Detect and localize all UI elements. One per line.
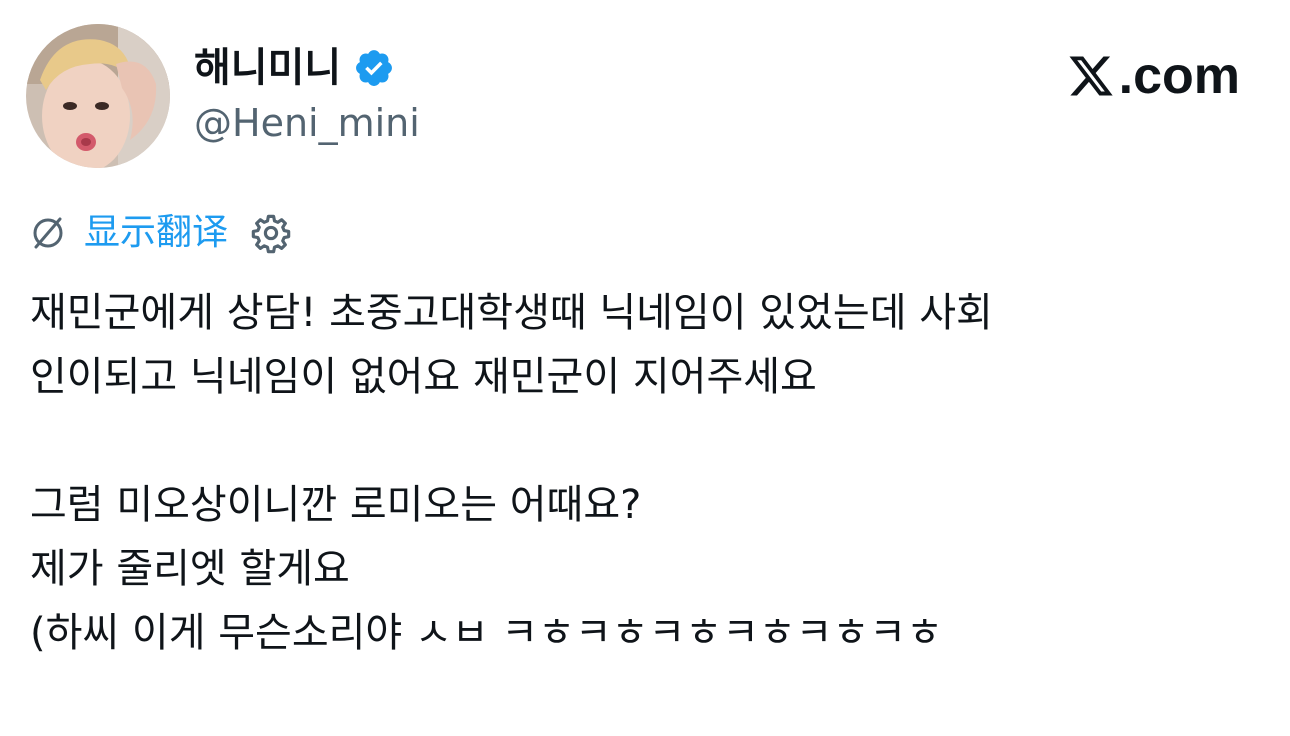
paragraph-break xyxy=(30,409,1260,473)
avatar-photo xyxy=(26,24,170,168)
avatar[interactable] xyxy=(26,24,170,168)
translate-row: 显示翻译 xyxy=(30,206,292,260)
gear-icon[interactable] xyxy=(250,212,292,254)
user-handle[interactable]: @Heni_mini xyxy=(194,104,420,142)
x-logo-icon xyxy=(1069,56,1113,96)
display-name[interactable]: 해니미니 xyxy=(194,48,341,88)
tweet-text-line: 재민군에게 상담! 초중고대학생때 닉네임이 있었는데 사회 xyxy=(30,290,993,336)
translate-icon xyxy=(33,217,63,249)
tweet-text-line: (하씨 이게 무슨소리야 ㅅㅂ ㅋㅎㅋㅎㅋㅎㅋㅎㅋㅎㅋㅎ xyxy=(30,610,943,656)
tweet-text-line: 인이되고 닉네임이 없어요 재민군이 지어주세요 xyxy=(30,354,817,400)
user-name-row: 해니미니 xyxy=(194,36,395,100)
brand-text: .com xyxy=(1118,47,1240,105)
tweet-text-line: 그럼 미오상이니깐 로미오는 어때요? xyxy=(30,482,642,528)
tweet-text-line: 제가 줄리엣 할게요 xyxy=(30,546,350,592)
tweet-text: 재민군에게 상담! 초중고대학생때 닉네임이 있었는데 사회 인이되고 닉네임이… xyxy=(30,281,1260,665)
brand-watermark: .com xyxy=(1067,46,1240,106)
verified-badge-icon xyxy=(356,50,393,86)
show-translation-link[interactable]: 显示翻译 xyxy=(84,215,228,251)
